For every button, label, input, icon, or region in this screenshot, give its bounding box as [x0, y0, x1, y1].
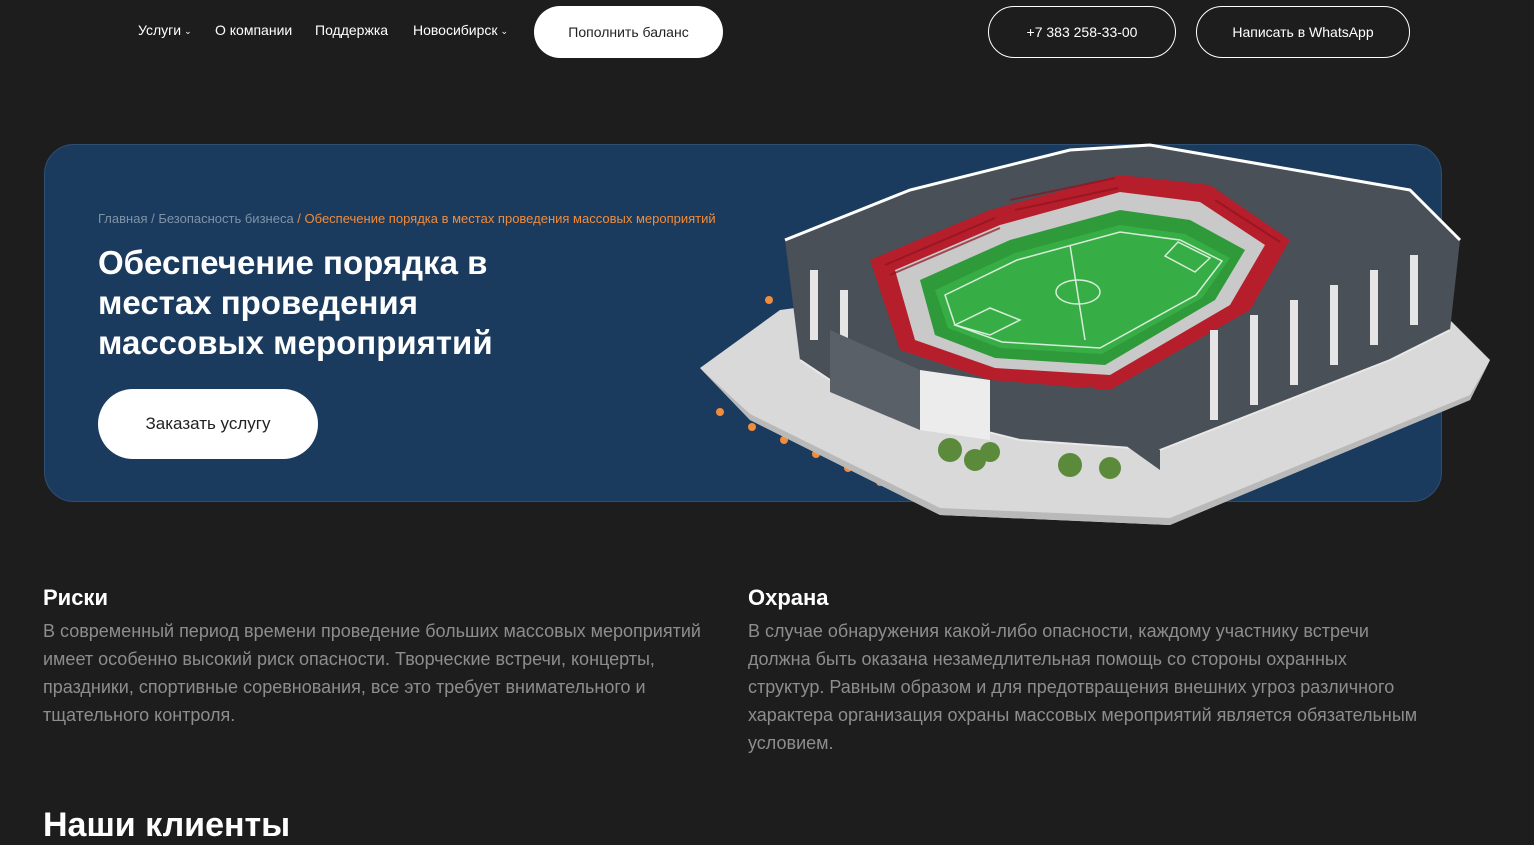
breadcrumb-separator: /: [293, 211, 305, 226]
page-title-line: Обеспечение порядка в: [98, 244, 488, 281]
breadcrumb: Главная / Безопасность бизнеса / Обеспеч…: [98, 211, 716, 226]
security-title: Охрана: [748, 585, 829, 610]
breadcrumb-separator: /: [147, 211, 159, 226]
breadcrumb-current: Обеспечение порядка в местах проведения …: [304, 211, 716, 226]
page-title: Обеспечение порядка в местах проведения …: [98, 243, 598, 363]
nav-city-label: Новосибирск: [413, 22, 498, 38]
risks-title: Риски: [43, 585, 108, 610]
page-title-line: массовых мероприятий: [98, 324, 493, 361]
breadcrumb-home[interactable]: Главная: [98, 211, 147, 226]
risks-text: В современный период времени проведение …: [43, 621, 701, 725]
chevron-down-icon: ⌄: [184, 26, 192, 36]
nav-city[interactable]: Новосибирск ⌄: [413, 22, 508, 38]
header: Услуги ⌄ О компании Поддержка Новосибирск…: [0, 0, 1534, 60]
breadcrumb-business-security[interactable]: Безопасность бизнеса: [158, 211, 293, 226]
nav-support[interactable]: Поддержка: [315, 22, 388, 38]
order-service-button[interactable]: Заказать услугу: [98, 389, 318, 459]
whatsapp-button[interactable]: Написать в WhatsApp: [1196, 6, 1410, 58]
phone-button[interactable]: +7 383 258-33-00: [988, 6, 1176, 58]
page-title-line: местах проведения: [98, 284, 418, 321]
nav-services[interactable]: Услуги ⌄: [138, 22, 192, 38]
chevron-down-icon: ⌄: [500, 26, 509, 36]
clients-heading: Наши клиенты: [43, 806, 291, 844]
risks-section: Риски В современный период времени прове…: [43, 585, 723, 729]
nav-about[interactable]: О компании: [215, 22, 292, 38]
stadium-3d-illustration: [700, 143, 1490, 525]
nav-services-label: Услуги: [138, 22, 182, 38]
topup-balance-button[interactable]: Пополнить баланс: [534, 6, 723, 58]
security-text: В случае обнаружения какой-либо опасност…: [748, 621, 1418, 753]
security-section: Охрана В случае обнаружения какой-либо о…: [748, 585, 1428, 757]
